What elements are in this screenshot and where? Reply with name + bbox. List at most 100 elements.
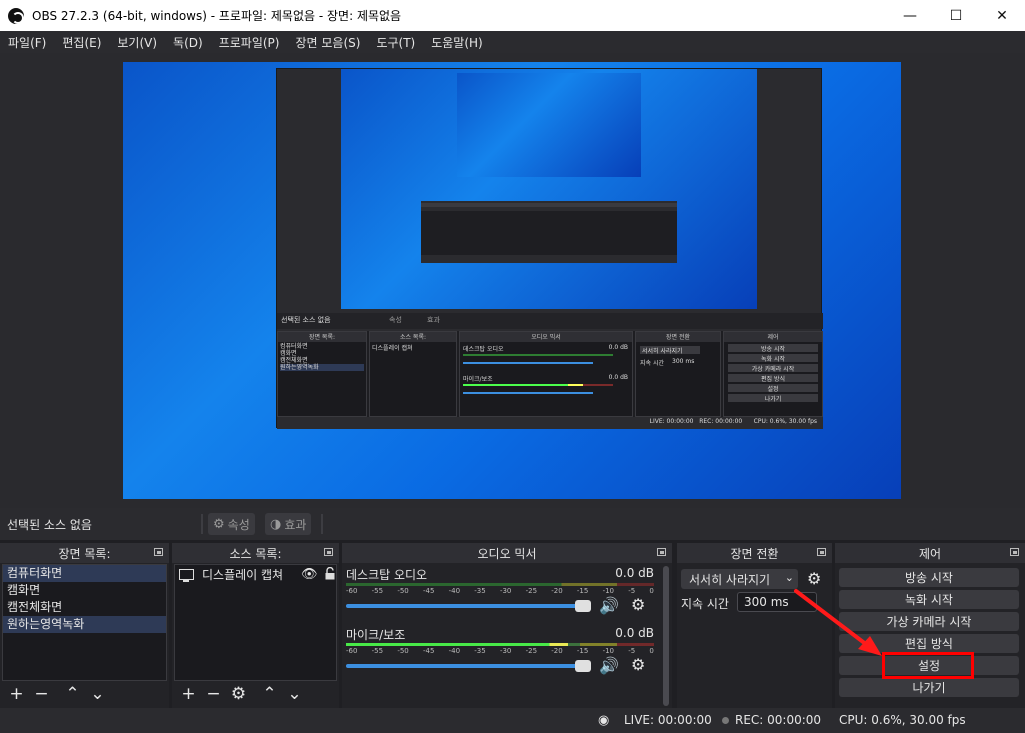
unlock-icon[interactable] [325, 567, 335, 580]
remove-scene-button[interactable]: − [29, 684, 54, 704]
settings-highlight-box [882, 652, 974, 679]
nested-controls-title: 제어 [724, 332, 822, 342]
duration-label: 지속 시간 [681, 597, 729, 611]
add-source-button[interactable]: + [176, 684, 201, 704]
gear-icon[interactable]: ⚙ [631, 655, 645, 674]
menu-help[interactable]: 도움말(H) [423, 34, 491, 51]
scene-item[interactable]: 캠전체화면 [3, 599, 166, 616]
meter-tick: -15 [576, 647, 589, 655]
nested-status-text: LIVE: 00:00:00 REC: 00:00:00 CPU: 0.6%, … [649, 418, 817, 425]
float-dock-icon[interactable] [154, 548, 163, 556]
float-dock-icon[interactable] [324, 548, 333, 556]
meter-tick: -60 [346, 587, 358, 595]
mixer-channel-desktop: 데스크탑 오디오 0.0 dB -60 -55 -50 -45 -40 -35 … [346, 566, 654, 615]
volume-slider[interactable] [346, 660, 591, 672]
maximize-button[interactable]: ☐ [933, 0, 979, 31]
duration-value: 300 ms [744, 595, 789, 609]
meter-tick: -55 [371, 587, 384, 595]
studio-mode-button[interactable]: 편집 방식 [839, 634, 1019, 653]
menu-docks[interactable]: 독(D) [165, 34, 211, 51]
minimize-button[interactable]: — [887, 0, 933, 31]
scene-item[interactable]: 원하는영역녹화 [3, 616, 166, 633]
scene-item[interactable]: 캠화면 [3, 582, 166, 599]
title-bar: OBS 27.2.3 (64-bit, windows) - 프로파일: 제목없… [0, 0, 1025, 31]
move-up-button[interactable]: ⌃ [257, 684, 282, 704]
scenes-title: 장면 목록: [58, 546, 111, 561]
meter-tick: -30 [499, 647, 512, 655]
remove-source-button[interactable]: − [201, 684, 226, 704]
nested-mic-db: 0.0 dB [608, 374, 628, 381]
filters-button[interactable]: ◑ 효과 [265, 513, 312, 535]
speaker-icon[interactable]: 🔊 [599, 656, 619, 675]
nested-docks: 장면 목록: 컴퓨터화면 캠화면 캠전체화면 원하는영역녹화 소스 목록: 디스… [277, 331, 823, 417]
volume-slider[interactable] [346, 600, 591, 612]
mixer-channel-mic: 마이크/보조 0.0 dB -60 -55 -50 -45 -40 -35 -3… [346, 626, 654, 675]
float-dock-icon[interactable] [817, 548, 826, 556]
nested-sources-title: 소스 목록: [370, 332, 456, 342]
menu-tools[interactable]: 도구(T) [368, 34, 423, 51]
status-bar: ◉ LIVE: 00:00:00 REC: 00:00:00 CPU: 0.6%… [0, 708, 1025, 733]
exit-button[interactable]: 나가기 [839, 678, 1019, 697]
move-down-button[interactable]: ⌄ [85, 684, 110, 704]
preview-canvas[interactable]: 선택된 소스 없음 속성 효과 장면 목록: 컴퓨터화면 캠화면 캠전체화면 원… [123, 62, 901, 499]
gear-icon[interactable]: ⚙ [631, 595, 645, 614]
start-streaming-button[interactable]: 방송 시작 [839, 568, 1019, 587]
menu-view[interactable]: 보기(V) [109, 34, 165, 51]
move-up-button[interactable]: ⌃ [60, 684, 85, 704]
meter-tick: 0 [649, 587, 654, 595]
menu-scene-collection[interactable]: 장면 모음(S) [287, 34, 368, 51]
mixer-dock-header: 오디오 믹서 [342, 543, 672, 563]
transition-select[interactable]: 서서히 사라지기 ⌄ [681, 569, 798, 589]
nested-transition-type: 서서히 사라지기 [640, 346, 700, 355]
nested-mic: 마이크/보조 [463, 376, 493, 383]
nested-scenes-dock: 장면 목록: 컴퓨터화면 캠화면 캠전체화면 원하는영역녹화 [277, 331, 367, 417]
eye-icon[interactable]: 👁 [301, 567, 318, 582]
record-dot-icon [722, 717, 729, 724]
add-scene-button[interactable]: + [4, 684, 29, 704]
menu-profile[interactable]: 프로파일(P) [211, 34, 288, 51]
scene-item[interactable]: 컴퓨터화면 [3, 565, 166, 582]
menu-file[interactable]: 파일(F) [0, 34, 54, 51]
nested-scene-item: 컴퓨터화면 [280, 343, 308, 350]
start-recording-button[interactable]: 녹화 시작 [839, 590, 1019, 609]
float-dock-icon[interactable] [1010, 548, 1019, 556]
volume-slider-handle[interactable] [575, 660, 591, 672]
broadcast-icon: ◉ [598, 713, 610, 728]
meter-tick: -40 [448, 587, 461, 595]
rec-time: REC: 00:00:00 [735, 713, 822, 727]
gear-icon: ⚙ [213, 516, 225, 532]
start-virtual-camera-button[interactable]: 가상 카메라 시작 [839, 612, 1019, 631]
menu-edit[interactable]: 편집(E) [54, 34, 109, 51]
mixer-scrollbar[interactable] [663, 566, 669, 706]
source-properties-gear-icon[interactable]: ⚙ [226, 684, 251, 704]
chevron-down-icon: ⌄ [784, 571, 794, 584]
menu-bar: 파일(F) 편집(E) 보기(V) 독(D) 프로파일(P) 장면 모음(S) … [0, 31, 1025, 53]
transition-gear-icon[interactable]: ⚙ [807, 569, 821, 588]
properties-button[interactable]: ⚙ 속성 [208, 513, 255, 535]
close-button[interactable]: ✕ [979, 0, 1025, 31]
controls-title: 제어 [918, 546, 942, 561]
scenes-toolbar: + − ⌃ ⌄ [4, 684, 110, 704]
meter-tick: -45 [422, 647, 435, 655]
meter-tick: -60 [346, 647, 358, 655]
nested-source-item: 디스플레이 캡쳐 [372, 345, 413, 352]
transitions-title: 장면 전환 [730, 546, 779, 561]
float-dock-icon[interactable] [657, 548, 666, 556]
controls-dock: 제어 방송 시작 녹화 시작 가상 카메라 시작 편집 방식 설정 나가기 [835, 543, 1025, 708]
source-item[interactable]: 디스플레이 캡쳐 👁 [175, 565, 336, 584]
duration-spinbox[interactable]: 300 ms [737, 592, 817, 612]
nested-scene-item: 캠화면 [280, 350, 297, 357]
speaker-icon[interactable]: 🔊 [599, 596, 619, 615]
monitor-icon [179, 569, 194, 582]
meter-tick: -50 [397, 587, 409, 595]
nested-ctrl-btn: 녹화 시작 [728, 354, 818, 363]
no-source-label: 선택된 소스 없음 [7, 517, 92, 532]
meter-tick: -20 [551, 587, 563, 595]
meter-tick: -35 [474, 587, 486, 595]
nested-ctrl-btn: 편집 방식 [728, 374, 818, 383]
volume-slider-handle[interactable] [575, 600, 591, 612]
divider [201, 514, 203, 534]
nested-desktop-audio: 데스크탑 오디오 [463, 346, 504, 353]
move-down-button[interactable]: ⌄ [282, 684, 307, 704]
scenes-list: 컴퓨터화면 캠화면 캠전체화면 원하는영역녹화 [2, 564, 167, 681]
